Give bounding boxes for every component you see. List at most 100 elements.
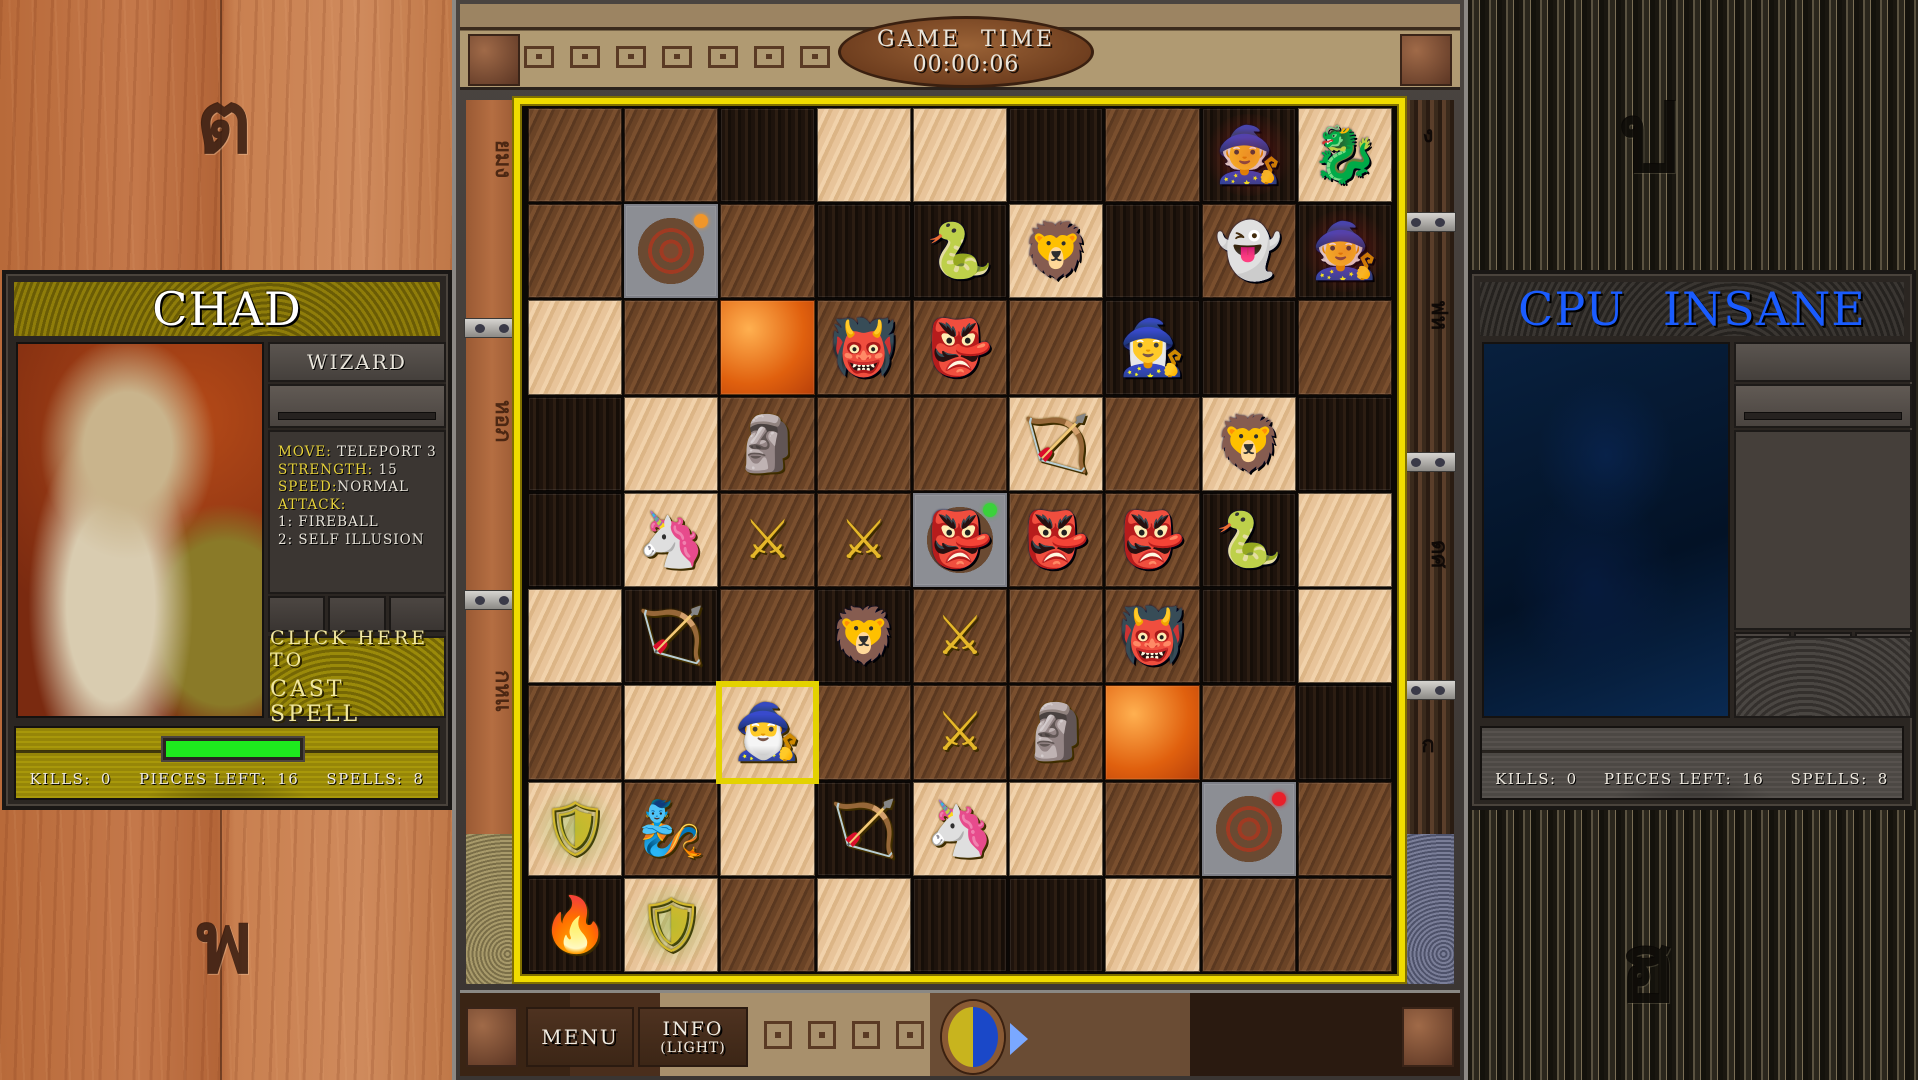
board-square[interactable] <box>1297 781 1392 876</box>
board-square[interactable] <box>912 877 1008 972</box>
opponent-spells-count: SPELLS: 8 <box>1790 770 1889 788</box>
board-square[interactable] <box>1297 877 1392 972</box>
board-square[interactable]: 🐍 <box>912 204 1008 299</box>
dark-shapeshifter-piece-icon: 👻 <box>1215 219 1283 283</box>
board-square[interactable]: 🏹 <box>1009 396 1104 491</box>
board-square[interactable] <box>1201 589 1296 684</box>
board-square[interactable]: 🧞 <box>624 781 719 876</box>
board-square[interactable] <box>624 300 719 395</box>
board-square[interactable] <box>1105 396 1200 491</box>
board-square[interactable] <box>528 108 623 203</box>
rail-bolt <box>464 318 520 338</box>
board-square[interactable] <box>816 108 911 203</box>
board-square[interactable] <box>720 877 815 972</box>
board-square[interactable] <box>720 781 815 876</box>
board-square[interactable] <box>528 685 623 780</box>
board-square[interactable]: ⚔ <box>912 589 1008 684</box>
board-square[interactable]: 🔥 <box>528 877 623 972</box>
board-square[interactable]: 🦄 <box>912 781 1008 876</box>
board-square[interactable]: 👺 <box>1009 492 1104 588</box>
board-square[interactable] <box>1105 685 1200 780</box>
cast-spell-button[interactable]: CLICK HERE TO CAST SPELL <box>268 627 446 727</box>
board-square[interactable] <box>1009 781 1104 876</box>
board-square[interactable]: 🛡 <box>623 877 720 972</box>
corner-tile-left <box>468 34 520 86</box>
board-square[interactable]: 👹 <box>816 300 911 395</box>
board-square[interactable]: 🦄 <box>624 492 719 588</box>
board-square[interactable] <box>624 108 719 203</box>
board-square[interactable] <box>720 300 815 395</box>
bottom-toolbar: MENU INFO (LIGHT) <box>460 990 1460 1076</box>
board-square[interactable]: 👺 <box>912 492 1008 588</box>
opponent-health-plate <box>1734 384 1912 428</box>
board-square[interactable] <box>1297 300 1392 395</box>
board-square[interactable] <box>816 204 911 299</box>
board-square[interactable] <box>1201 300 1296 395</box>
board-square[interactable]: ⚔ <box>816 492 911 588</box>
dark-goblin-piece-icon: 👺 <box>1118 507 1187 571</box>
board-square[interactable] <box>528 396 623 491</box>
board-square[interactable]: 🦁 <box>1009 204 1104 299</box>
board-square-selected[interactable]: 🧙‍♂️ <box>716 681 819 784</box>
arrow-right-icon[interactable] <box>1010 1023 1028 1055</box>
board-square[interactable] <box>1105 204 1200 299</box>
board-square[interactable] <box>1105 781 1200 876</box>
board-square[interactable] <box>528 589 623 684</box>
board-square[interactable] <box>1297 685 1392 780</box>
board-square[interactable] <box>720 589 815 684</box>
opponent-name: CPU INSANE <box>1480 282 1904 336</box>
board-square[interactable] <box>720 204 815 299</box>
board-square[interactable] <box>1105 108 1200 203</box>
board-square[interactable]: 🦁 <box>1201 396 1296 491</box>
opponent-kills-count: KILLS: 0 <box>1495 770 1578 788</box>
board-square[interactable]: 🗿 <box>720 396 815 491</box>
light-archer-piece-icon: 🏹 <box>1022 411 1090 475</box>
board-square[interactable] <box>1297 492 1392 588</box>
board-square[interactable] <box>1009 108 1104 203</box>
board-square[interactable] <box>528 204 623 299</box>
board-square[interactable]: 🧙 <box>1297 204 1393 299</box>
opponent-class-label <box>1734 342 1912 382</box>
board-square[interactable] <box>528 300 623 395</box>
board-square[interactable] <box>816 685 911 780</box>
board-square[interactable]: 🏹 <box>816 781 911 876</box>
board-square[interactable]: 👺 <box>1105 492 1200 588</box>
board-square[interactable] <box>1297 589 1392 684</box>
board-square[interactable]: ⚔ <box>720 492 815 588</box>
board-square[interactable] <box>1105 877 1200 972</box>
board-square[interactable] <box>1201 685 1296 780</box>
info-button[interactable]: INFO (LIGHT) <box>638 1007 748 1067</box>
rail-cap <box>1402 834 1454 984</box>
board-square[interactable]: 🛡 <box>526 781 623 876</box>
game-board[interactable]: 🧙 🐉 🐍 🦁 👻 🧙 👹 👺 🧙‍♀️ 🗿 🏹 🦁 🦄 ⚔ ⚔ 👺 👺 👺 🐍 🏹 🦁 ⚔ 👹 🧙‍♂️ ⚔ 🗿 🛡 🧞 🏹 🦄 🔥 🛡 <box>526 108 1393 972</box>
board-square[interactable] <box>816 396 911 491</box>
board-square[interactable] <box>528 492 623 588</box>
board-square[interactable] <box>1201 877 1296 972</box>
opponent-portrait <box>1482 342 1730 718</box>
board-square[interactable] <box>624 685 719 780</box>
board-square[interactable] <box>1009 300 1104 395</box>
board-square[interactable]: 🧙‍♀️ <box>1105 300 1200 395</box>
board-square[interactable]: 👺 <box>912 300 1008 395</box>
board-square[interactable] <box>1009 589 1104 684</box>
board-square[interactable] <box>624 396 719 491</box>
board-square[interactable] <box>1009 877 1104 972</box>
board-square[interactable] <box>1297 396 1392 491</box>
board-square[interactable]: 🦁 <box>816 589 911 684</box>
board-square[interactable] <box>720 108 815 203</box>
board-square[interactable]: 🧙 <box>1200 108 1297 203</box>
board-square[interactable] <box>912 396 1008 491</box>
board-square[interactable] <box>816 877 911 972</box>
board-square[interactable]: 👻 <box>1201 204 1296 299</box>
board-square[interactable]: 🐉 <box>1297 108 1392 203</box>
board-square[interactable]: 🐍 <box>1201 492 1296 588</box>
board-square[interactable] <box>624 204 719 299</box>
board-square[interactable] <box>912 108 1008 203</box>
board-square[interactable]: 🗿 <box>1009 685 1104 780</box>
board-square[interactable]: 👹 <box>1105 589 1200 684</box>
menu-button[interactable]: MENU <box>526 1007 634 1067</box>
health-bar <box>161 736 305 762</box>
board-square[interactable] <box>1201 781 1296 876</box>
board-square[interactable]: 🏹 <box>624 589 719 684</box>
board-square[interactable]: ⚔ <box>912 685 1008 780</box>
